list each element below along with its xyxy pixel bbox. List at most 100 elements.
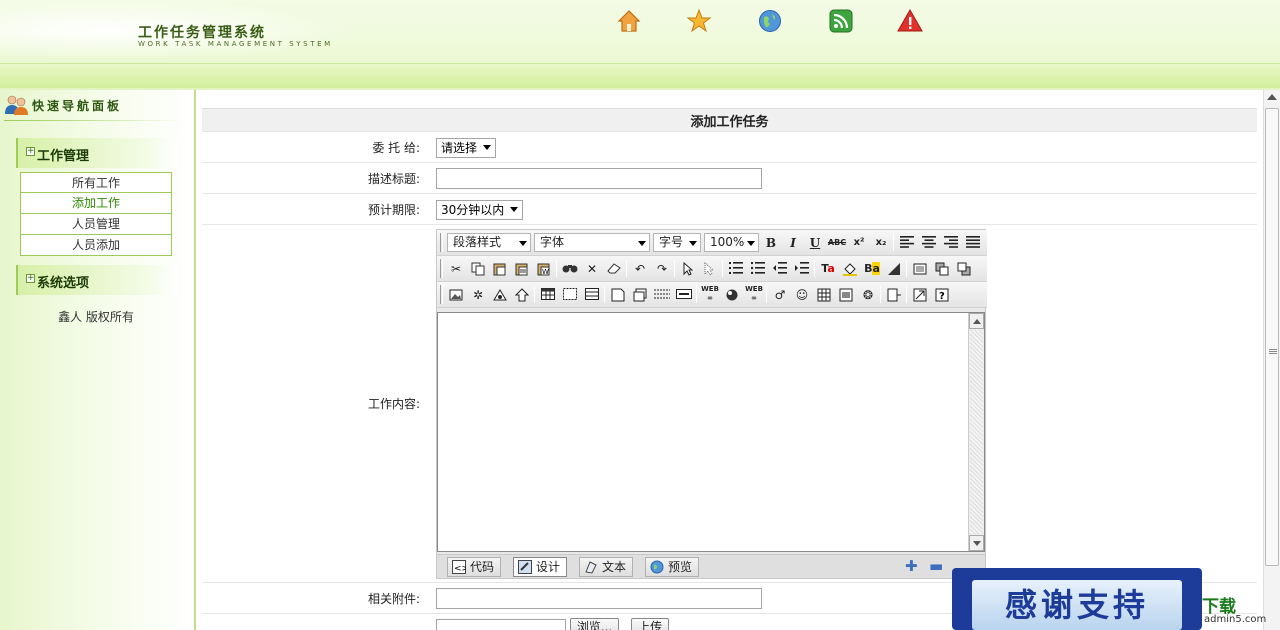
- title-input[interactable]: [436, 167, 762, 189]
- text-color-icon[interactable]: Ta: [818, 259, 838, 279]
- insert-media-icon[interactable]: [490, 285, 510, 305]
- editor-scrollbar[interactable]: [968, 312, 984, 551]
- group-work-management[interactable]: + 工作管理: [16, 138, 178, 168]
- select-all-icon[interactable]: [700, 259, 720, 279]
- send-backward-icon[interactable]: [954, 259, 974, 279]
- font-select[interactable]: 字体: [534, 232, 650, 252]
- italic-icon[interactable]: I: [783, 233, 803, 253]
- insert-emoticon-icon[interactable]: ☺: [792, 285, 812, 305]
- font-size-select[interactable]: 字号: [653, 232, 701, 252]
- editor-content-area[interactable]: [437, 311, 985, 552]
- zoom-out-icon[interactable]: ▬: [929, 558, 943, 573]
- find-icon[interactable]: [560, 259, 580, 279]
- subscript-icon[interactable]: x₂: [871, 233, 891, 253]
- assign-select[interactable]: 请选择: [436, 137, 497, 158]
- insert-image-icon[interactable]: [446, 285, 466, 305]
- superscript-icon[interactable]: x²: [849, 233, 869, 253]
- delete-icon[interactable]: ✕: [582, 259, 602, 279]
- group-label: 系统选项: [37, 276, 90, 291]
- indent-icon[interactable]: [792, 259, 812, 279]
- align-right-icon[interactable]: [941, 233, 961, 253]
- insert-file-icon[interactable]: [512, 285, 532, 305]
- outdent-icon[interactable]: [770, 259, 790, 279]
- zoom-in-icon[interactable]: ✚: [905, 558, 918, 573]
- insert-special-char-icon[interactable]: ♂: [770, 285, 790, 305]
- cut-icon[interactable]: ✂: [446, 259, 466, 279]
- paste-word-icon[interactable]: W: [534, 259, 554, 279]
- background-color-icon[interactable]: Ba: [862, 259, 882, 279]
- page-properties-icon[interactable]: [910, 259, 930, 279]
- file-path-field[interactable]: [436, 618, 566, 630]
- redo-icon[interactable]: ↷: [652, 259, 672, 279]
- menu-item-add-work[interactable]: 添加工作: [20, 193, 172, 214]
- mode-design-tab[interactable]: 设计: [513, 556, 568, 577]
- scroll-track[interactable]: [970, 329, 983, 534]
- paragraph-style-select[interactable]: 段落样式: [447, 232, 531, 252]
- horizontal-rule-icon[interactable]: [652, 285, 672, 305]
- eraser-icon[interactable]: [604, 259, 624, 279]
- ordered-list-icon[interactable]: [726, 259, 746, 279]
- insert-row-icon[interactable]: [582, 285, 602, 305]
- deadline-select[interactable]: 30分钟以内: [436, 199, 524, 220]
- insert-table-icon[interactable]: [538, 285, 558, 305]
- menu-item-add-staff[interactable]: 人员添加: [20, 235, 172, 256]
- remove-format-icon[interactable]: [884, 259, 904, 279]
- insert-page-break-icon[interactable]: [884, 285, 904, 305]
- paste-text-icon[interactable]: [512, 259, 532, 279]
- zoom-select[interactable]: 100%: [704, 232, 759, 252]
- unordered-list-icon[interactable]: [748, 259, 768, 279]
- select-pointer-icon[interactable]: [678, 259, 698, 279]
- insert-code-icon[interactable]: [836, 285, 856, 305]
- scroll-up-button[interactable]: [969, 312, 984, 329]
- home-icon[interactable]: [616, 8, 642, 34]
- copy-icon[interactable]: [468, 259, 488, 279]
- strikethrough-icon[interactable]: ABC: [827, 233, 847, 253]
- paste-icon[interactable]: [490, 259, 510, 279]
- svg-text:?: ?: [939, 291, 945, 302]
- menu-item-all-work[interactable]: 所有工作: [20, 172, 172, 193]
- expand-plus-icon[interactable]: +: [26, 274, 35, 283]
- content-label: 工作内容:: [202, 224, 432, 583]
- unlink-icon[interactable]: WEB ∞: [744, 285, 764, 305]
- help-icon[interactable]: ?: [932, 285, 952, 305]
- table-properties-icon[interactable]: [560, 285, 580, 305]
- insert-textarea-icon[interactable]: [608, 285, 628, 305]
- group-system-options[interactable]: + 系统选项: [16, 265, 178, 295]
- favorite-star-icon[interactable]: [686, 8, 712, 34]
- align-justify-icon[interactable]: [963, 233, 983, 253]
- page-scrollbar[interactable]: [1263, 90, 1280, 630]
- menu-item-staff-management[interactable]: 人员管理: [20, 214, 172, 235]
- browse-button[interactable]: 浏览...: [569, 618, 620, 630]
- insert-anchor-icon[interactable]: [722, 285, 742, 305]
- globe-icon[interactable]: [757, 8, 783, 34]
- mode-preview-tab[interactable]: 预览: [645, 556, 700, 577]
- banner-text: 感谢支持: [972, 580, 1182, 630]
- fullscreen-icon[interactable]: [910, 285, 930, 305]
- bold-icon[interactable]: B: [761, 233, 781, 253]
- scroll-thumb[interactable]: [1265, 108, 1279, 566]
- marquee-icon[interactable]: [674, 285, 694, 305]
- insert-excel-icon[interactable]: [814, 285, 834, 305]
- toolbar-separator: [814, 259, 815, 277]
- dropdown-arrow-icon: [747, 240, 755, 246]
- mode-code-tab[interactable]: <> 代码: [447, 556, 502, 577]
- bring-forward-icon[interactable]: [932, 259, 952, 279]
- insert-quote-icon[interactable]: ❂: [858, 285, 878, 305]
- scroll-up-arrow-icon[interactable]: [1267, 94, 1277, 100]
- align-center-icon[interactable]: [919, 233, 939, 253]
- scroll-down-button[interactable]: [969, 534, 984, 551]
- insert-layer-icon[interactable]: [630, 285, 650, 305]
- mode-text-tab[interactable]: 文本: [579, 556, 634, 577]
- attachment-input[interactable]: [436, 587, 762, 609]
- underline-icon[interactable]: U: [805, 233, 825, 253]
- rss-icon[interactable]: [828, 8, 854, 34]
- warning-icon[interactable]: [897, 8, 923, 34]
- mode-label: 预览: [668, 559, 693, 574]
- undo-icon[interactable]: ↶: [630, 259, 650, 279]
- expand-plus-icon[interactable]: +: [26, 147, 35, 156]
- fill-color-icon[interactable]: [840, 259, 860, 279]
- insert-link-icon[interactable]: WEB ∞: [700, 285, 720, 305]
- insert-flash-icon[interactable]: ✲: [468, 285, 488, 305]
- upload-button[interactable]: 上传: [631, 618, 670, 630]
- align-left-icon[interactable]: [897, 233, 917, 253]
